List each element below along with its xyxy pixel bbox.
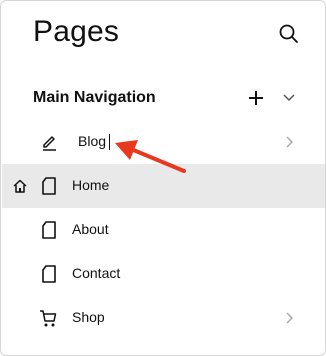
chevron-right-icon[interactable] (283, 311, 295, 325)
page-icon (42, 177, 56, 195)
nav-item-contact[interactable]: Contact (2, 252, 325, 296)
section-title: Main Navigation (33, 89, 156, 106)
chevron-right-icon[interactable] (283, 135, 295, 149)
nav-item-shop[interactable]: Shop (2, 296, 325, 340)
page-title: Pages (33, 15, 120, 48)
pencil-icon (43, 136, 56, 151)
nav-item-label: Contact (72, 265, 121, 281)
chevron-down-icon[interactable] (281, 90, 297, 106)
annotation-arrow (115, 140, 186, 173)
search-icon[interactable] (278, 23, 300, 45)
page-icon (42, 221, 56, 239)
cart-icon (40, 310, 57, 327)
home-icon (13, 179, 27, 193)
nav-item-label: About (72, 221, 109, 237)
nav-item-label: Home (72, 177, 110, 193)
nav-item-about[interactable]: About (2, 208, 325, 252)
text-cursor (109, 134, 110, 150)
plus-icon[interactable] (246, 88, 266, 108)
pages-panel: Pages Main Navigation Home (0, 0, 326, 356)
page-icon (42, 265, 56, 283)
nav-item-label: Shop (72, 309, 105, 325)
